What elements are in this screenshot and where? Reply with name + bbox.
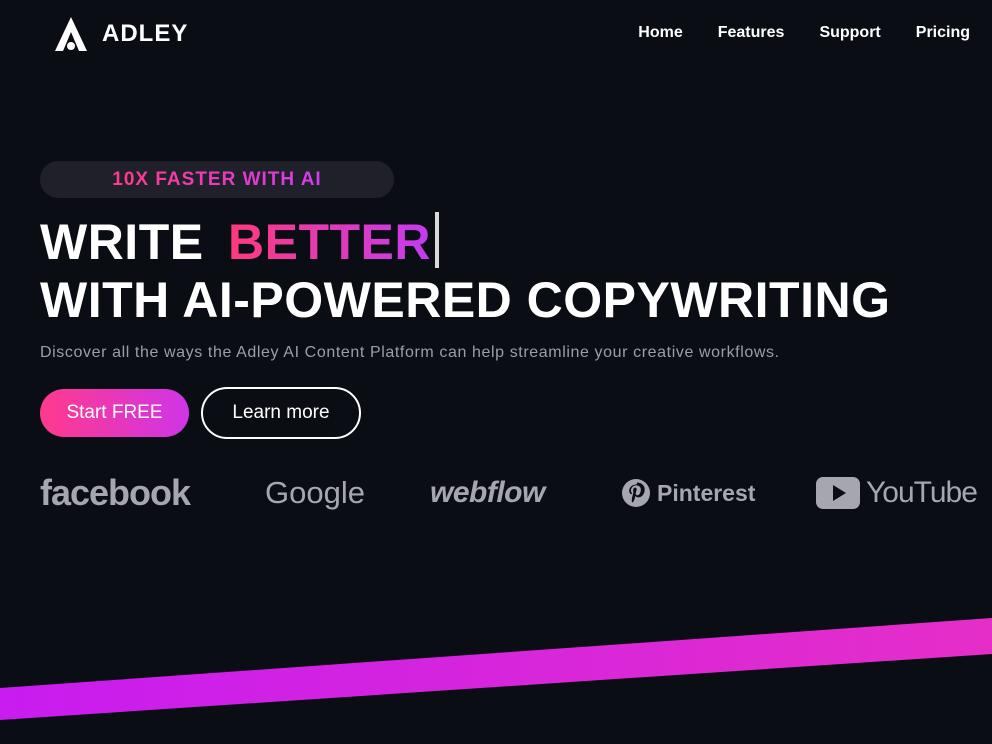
youtube-wordmark: YouTube [866, 476, 978, 509]
partner-google: Google [265, 470, 365, 516]
pinterest-wordmark: Pinterest [657, 479, 756, 506]
nav-pricing[interactable]: Pricing [916, 24, 970, 42]
hero-subtext: Discover all the ways the Adley AI Conte… [40, 344, 780, 361]
partner-webflow: webflow [430, 470, 545, 516]
decorative-gradient-stripe [0, 618, 992, 720]
partner-youtube: YouTube [815, 470, 978, 516]
brand-logo[interactable]: ADLEY [52, 15, 188, 53]
main-nav: Home Features Support Pricing [638, 24, 970, 42]
google-wordmark: Google [265, 475, 365, 510]
partner-pinterest: Pinterest [621, 470, 755, 516]
hero-headline: WRITE BETTER WITH AI-POWERED COPYWRITING [40, 212, 891, 329]
nav-support[interactable]: Support [819, 24, 880, 42]
nav-home[interactable]: Home [638, 24, 682, 42]
hero-badge: 10X FASTER WITH AI [40, 161, 394, 198]
headline-accent-word: BETTER [228, 214, 431, 270]
webflow-wordmark: webflow [430, 476, 545, 509]
facebook-wordmark: facebook [40, 472, 191, 513]
hero-badge-text: 10X FASTER WITH AI [112, 168, 322, 190]
brand-name: ADLEY [102, 20, 189, 47]
headline-line-2: WITH AI-POWERED COPYWRITING [40, 272, 891, 328]
partner-facebook: facebook [40, 470, 191, 516]
nav-features[interactable]: Features [718, 24, 785, 42]
headline-prefix: WRITE [40, 214, 204, 270]
youtube-play-icon [816, 477, 860, 509]
site-header: ADLEY Home Features Support Pricing [0, 0, 992, 70]
learn-more-button[interactable]: Learn more [201, 387, 361, 439]
start-free-button[interactable]: Start FREE [40, 389, 189, 437]
headline-line-1: WRITE BETTER [40, 212, 891, 271]
pinterest-icon [622, 479, 650, 507]
typing-cursor [435, 212, 439, 268]
adley-logo-icon [55, 17, 87, 51]
